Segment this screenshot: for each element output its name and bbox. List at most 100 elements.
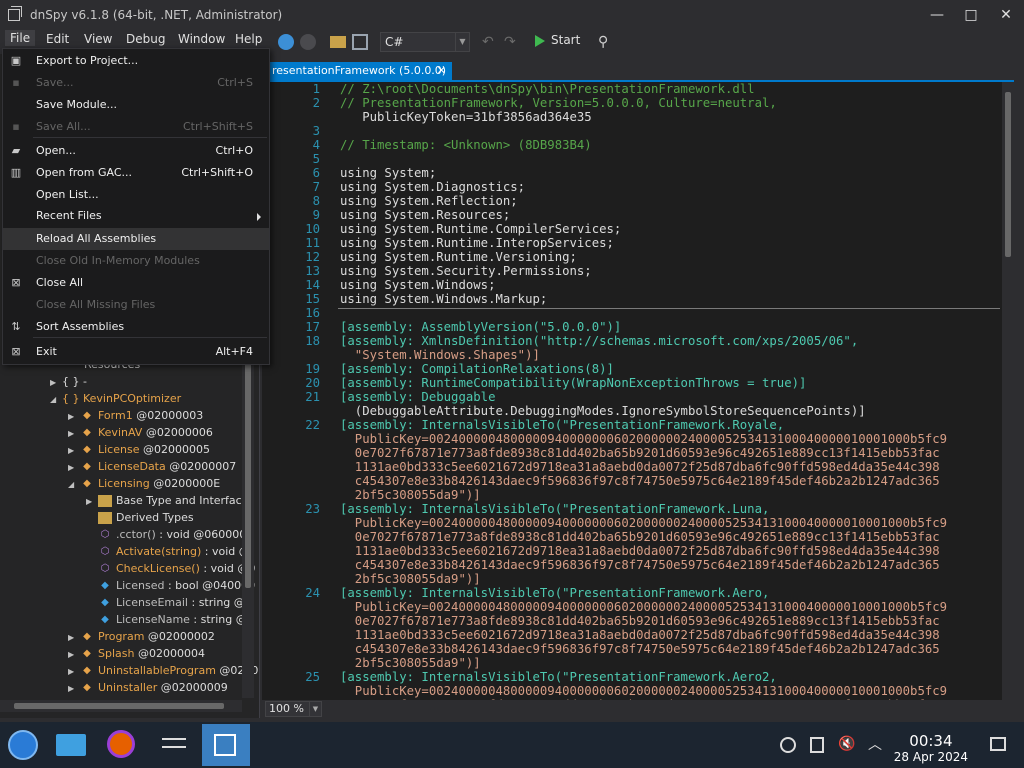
tab-presentationframework[interactable]: resentationFramework (5.0.0.0) ✕ [270,62,452,80]
menu-item-label: Close All Missing Files [36,298,156,311]
firefox-taskbar-button[interactable] [98,724,146,766]
tree-item[interactable]: ◆ LicenseName : string @0 [98,611,254,628]
editor-vertical-scrollbar[interactable] [1002,82,1014,700]
tree-item[interactable]: ▶ ◆ LicenseData @02000007 [68,458,236,475]
code-text: c454307e8e33b8426143daec9f596836f97c8f74… [340,474,940,488]
file-menu-item-open-from-gac[interactable]: ▥ Open from GAC... Ctrl+Shift+O [3,162,269,184]
tree-item[interactable]: ⬡ Activate(string) : void @ [98,543,250,560]
search-icon[interactable]: ⚲ [598,34,614,50]
submenu-arrow-icon [257,213,261,221]
file-menu-item-close-old-in-memory-modules[interactable]: Close Old In-Memory Modules [3,250,269,272]
file-menu-item-export-to-project[interactable]: ▣ Export to Project... [3,50,269,72]
menu-window[interactable]: Window [178,32,225,46]
file-menu-item-exit[interactable]: ⊠ Exit Alt+F4 [3,341,269,363]
line-number: 10 [305,222,320,236]
network-icon[interactable] [780,737,796,753]
taskbar-clock[interactable]: 00:34 28 Apr 2024 [894,732,968,764]
menu-file[interactable]: File [5,30,36,46]
open-folder-icon[interactable] [330,36,346,48]
tree-item[interactable]: ▶{ } - [50,373,87,390]
menu-item-shortcut: Ctrl+Shift+S [183,120,253,133]
code-editor[interactable]: 1 // Z:\root\Documents\dnSpy\bin\Presenta… [262,82,1014,700]
code-text: [assembly: AssemblyVersion("5.0.0.0")] [340,320,622,334]
tree-item[interactable]: Derived Types [98,509,194,526]
back-icon[interactable] [278,34,294,50]
dnspy-taskbar-button[interactable] [202,724,250,766]
code-separator [338,308,1000,309]
minimize-button[interactable]: — [922,4,952,26]
file-menu-item-close-all[interactable]: ⊠ Close All [3,272,269,294]
volume-muted-icon[interactable]: 🔇 [838,736,855,752]
code-text: 1131ae0bd333c5ee6021672d9718ea31a8aebd0d… [340,460,940,474]
dnspy-icon [214,734,236,756]
menu-debug[interactable]: Debug [126,32,165,46]
code-text: c454307e8e33b8426143daec9f596836f97c8f74… [340,558,940,572]
tree-item[interactable]: ◢{ } KevinPCOptimizer [50,390,181,407]
code-text: // Z:\root\Documents\dnSpy\bin\Presentat… [340,82,755,96]
file-menu-item-sort-assemblies[interactable]: ⇅ Sort Assemblies [3,316,269,338]
undo-icon[interactable]: ↶ [482,34,498,50]
tree-item[interactable]: ▶ ◆ Splash @02000004 [68,645,205,662]
tree-item[interactable]: ▶ ◆ Form1 @02000003 [68,407,203,424]
redo-icon[interactable]: ↷ [504,34,520,50]
firefox-icon [107,730,135,758]
code-text: 2bf5c308055da9")] [340,572,481,586]
tree-item[interactable]: ▶ ◆ Program @02000002 [68,628,215,645]
line-number: 17 [305,320,320,334]
file-menu-item-save[interactable]: ▪ Save... Ctrl+S [3,72,269,94]
file-menu-item-open-list[interactable]: Open List... [3,184,269,206]
menu-edit[interactable]: Edit [46,32,69,46]
tree-item[interactable]: ⬡ .cctor() : void @0600000 [98,526,254,543]
tree-horizontal-scrollbar[interactable] [0,700,242,712]
file-menu-item-save-module[interactable]: Save Module... [3,94,269,116]
tree-item[interactable]: ▶ ◆ Uninstaller @02000009 [68,679,228,696]
close-button[interactable]: ✕ [991,4,1021,26]
start-debug-button[interactable]: Start [535,33,580,47]
scrollbar-thumb[interactable] [14,703,224,709]
maximize-button[interactable]: □ [956,4,986,26]
code-text: // Timestamp: <Unknown> (8DB983B4) [340,138,592,152]
tree-item[interactable]: ▶ Base Type and Interfaces [86,492,254,509]
file-menu-item-open[interactable]: ▰ Open... Ctrl+O [3,140,269,162]
tree-item[interactable]: ▶ ◆ License @02000005 [68,441,210,458]
scrollbar-thumb[interactable] [1005,92,1011,257]
exit-icon: ⊠ [11,345,21,358]
line-number: 5 [312,152,320,166]
tree-item[interactable]: ▶ ◆ UninstallableProgram @0200 [68,662,258,679]
file-menu-item-close-all-missing-files[interactable]: Close All Missing Files [3,294,269,316]
class-icon: ◆ [83,665,91,676]
line-number: 4 [312,138,320,152]
tree-item[interactable]: ▶ ◆ KevinAV @02000006 [68,424,213,441]
file-menu-item-reload-all-assemblies[interactable]: Reload All Assemblies [3,228,269,250]
notifications-icon[interactable] [990,737,1006,751]
file-explorer-taskbar-button[interactable] [48,724,96,766]
tree-item[interactable]: ◆ Licensed : bool @040000 [98,577,255,594]
menu-view[interactable]: View [84,32,112,46]
clipboard-icon[interactable] [810,737,824,753]
code-text: 0e7027f67871e773a8fde8938c81dd402ba65b92… [340,698,940,700]
language-select[interactable]: C# ▼ [380,32,470,52]
forward-icon[interactable] [300,34,316,50]
tree-item[interactable]: ◆ LicenseEmail : string @0 [98,594,252,611]
close-all-icon: ⊠ [11,276,21,289]
tree-item[interactable]: ◢ ◆ Licensing @0200000E [68,475,220,492]
close-tab-icon[interactable]: ✕ [437,62,446,80]
code-text: [assembly: InternalsVisibleTo("Presentat… [340,586,770,600]
file-menu-item-recent-files[interactable]: Recent Files [3,205,269,227]
settings-taskbar-button[interactable] [150,724,198,766]
file-menu: ▣ Export to Project... ▪ Save... Ctrl+S Save … [2,48,270,365]
code-text: using System.Resources; [340,208,511,222]
menu-help[interactable]: Help [235,32,262,46]
line-number: 20 [305,376,320,390]
zoom-value: 100 % [269,702,304,715]
method-icon: ⬡ [100,546,110,557]
file-menu-item-save-all[interactable]: ▪ Save All... Ctrl+Shift+S [3,116,269,138]
open-list-icon[interactable] [352,34,368,50]
line-number: 13 [305,264,320,278]
class-icon: ◆ [83,427,91,438]
tree-item[interactable]: ⬡ CheckLicense() : void @0 [98,560,256,577]
code-text: PublicKey=002400000480000094000000060200… [340,516,948,530]
zoom-select[interactable]: 100 % ▼ [265,701,322,717]
chevron-up-icon[interactable]: ︿ [868,734,882,754]
start-button[interactable] [0,724,48,766]
